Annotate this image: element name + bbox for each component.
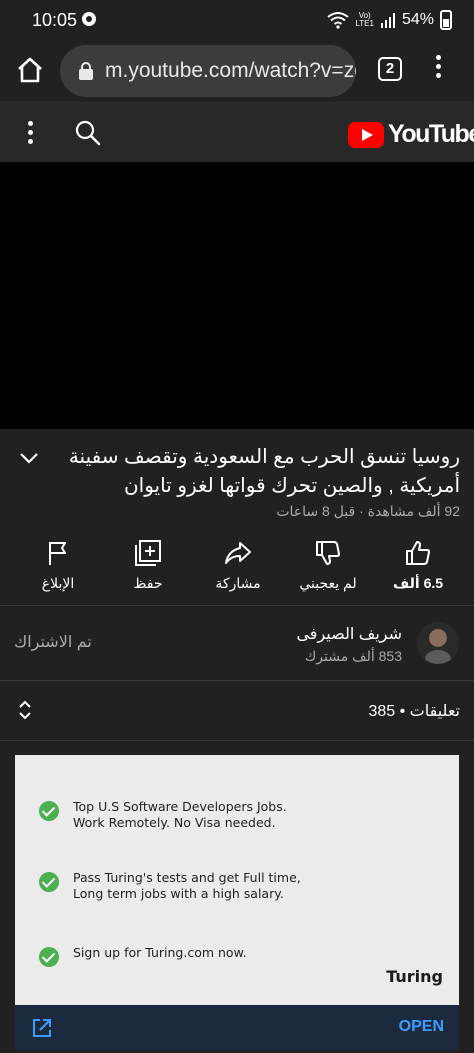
status-indicators: Vo) LTE1 54% <box>327 9 452 31</box>
flag-icon <box>49 542 66 565</box>
status-time: 10:05 <box>32 10 78 30</box>
report-button[interactable]: الإبلاغ <box>22 533 94 605</box>
report-label: الإبلاغ <box>41 575 75 591</box>
thumbs-down-icon <box>316 541 340 565</box>
video-info: روسيا تنسق الحرب مع السعودية وتقصف سفينة… <box>0 429 474 533</box>
subscribed-button[interactable]: تم الاشتراك <box>14 632 92 652</box>
channel-row[interactable]: شريف الصيرفى 853 ألف مشترك تم الاشتراك <box>0 605 474 681</box>
share-icon <box>225 542 251 564</box>
ad-item: Top U.S Software Developers Jobs. Work R… <box>39 799 287 831</box>
battery-icon <box>440 10 452 30</box>
lte-label: LTE1 <box>355 19 374 28</box>
ad-item: Sign up for Turing.com now. <box>39 945 247 967</box>
like-button[interactable]: 6.5 ألف <box>382 533 454 605</box>
youtube-play-icon <box>348 121 384 148</box>
dislike-label: لم يعجبني <box>299 575 357 591</box>
save-button[interactable]: حفظ <box>112 533 184 605</box>
external-link-icon[interactable] <box>31 1017 53 1039</box>
video-title[interactable]: روسيا تنسق الحرب مع السعودية وتقصف سفينة… <box>60 443 460 501</box>
youtube-header: YouTube <box>0 102 474 162</box>
ad-item: Pass Turing's tests and get Full time, L… <box>39 870 301 902</box>
ad-open-button[interactable]: OPEN <box>399 1018 444 1036</box>
save-label: حفظ <box>133 575 163 591</box>
share-label: مشاركة <box>215 575 261 591</box>
status-bar: 10:05 Vo) LTE1 54% <box>0 0 474 40</box>
youtube-wordmark: YouTube <box>388 120 474 148</box>
battery-percent: 54% <box>401 11 434 28</box>
video-actions: 6.5 ألف لم يعجبني مشاركة حفظ الإبلاغ <box>0 533 474 605</box>
tab-switcher-button[interactable]: 2 <box>378 57 402 81</box>
subscriber-count: 853 ألف مشترك <box>304 648 402 664</box>
check-circle-icon <box>39 947 59 967</box>
share-button[interactable]: مشاركة <box>202 533 274 605</box>
thumbs-up-icon <box>406 541 430 565</box>
comments-count: تعليقات • 385 <box>368 703 460 720</box>
expand-collapse-icon[interactable] <box>16 699 34 721</box>
lte-indicator: Vo) LTE1 <box>355 12 374 28</box>
ad-item-text: Sign up for Turing.com now. <box>73 945 247 960</box>
channel-name[interactable]: شريف الصيرفى <box>296 624 402 644</box>
ad-item-text: Pass Turing's tests and get Full time, L… <box>73 870 301 901</box>
dislike-button[interactable]: لم يعجبني <box>292 533 364 605</box>
browser-menu-icon[interactable] <box>428 55 448 85</box>
url-text: m.youtube.com/watch?v=zg <box>105 59 356 82</box>
check-circle-icon <box>39 801 59 821</box>
save-playlist-icon <box>135 540 161 566</box>
soccer-ball-icon <box>82 12 96 26</box>
browser-toolbar: m.youtube.com/watch?v=zg 2 <box>0 40 474 102</box>
search-icon[interactable] <box>74 119 102 147</box>
ad-banner[interactable]: Top U.S Software Developers Jobs. Work R… <box>15 755 459 1050</box>
chevron-down-icon[interactable] <box>18 451 40 465</box>
ad-brand: Turing <box>386 967 443 986</box>
lock-icon <box>79 62 93 80</box>
home-icon[interactable] <box>14 54 46 86</box>
comments-section[interactable]: تعليقات • 385 <box>0 681 474 741</box>
video-meta: 92 ألف مشاهدة · قبل 8 ساعات <box>276 503 460 519</box>
channel-avatar[interactable] <box>417 622 459 664</box>
check-circle-icon <box>39 872 59 892</box>
youtube-logo[interactable]: YouTube <box>348 120 474 149</box>
ad-item-text: Top U.S Software Developers Jobs. Work R… <box>73 799 287 830</box>
ad-footer[interactable]: OPEN <box>15 1005 459 1050</box>
video-player[interactable] <box>0 162 474 429</box>
more-options-icon[interactable] <box>20 121 40 147</box>
wifi-icon <box>327 12 350 29</box>
like-count: 6.5 ألف <box>392 575 444 591</box>
address-bar[interactable]: m.youtube.com/watch?v=zg <box>60 45 356 97</box>
signal-icon <box>380 13 395 28</box>
